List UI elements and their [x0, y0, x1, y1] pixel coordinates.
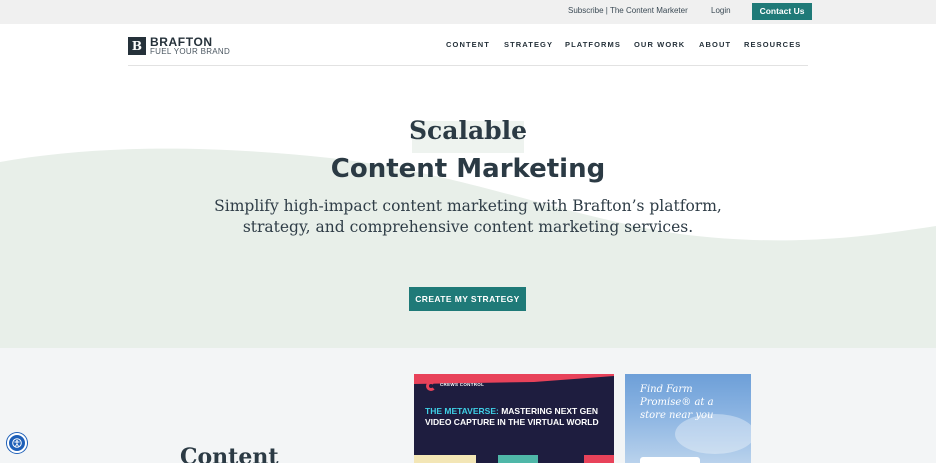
crews-control-case-card[interactable]: CREWS CONTROL THE METAVERSE: MASTERING N…: [414, 374, 614, 463]
farm-card-button: [640, 457, 700, 463]
strip-teal: [498, 455, 538, 463]
contact-us-button[interactable]: Contact Us: [752, 3, 812, 20]
hero-title: Content Marketing: [330, 154, 606, 184]
farm-promise-text: Find Farm Promise® at a store near you: [640, 384, 714, 421]
main-header: B BRAFTON FUEL YOUR BRAND CONTENT STRATE…: [0, 24, 936, 66]
crews-control-logo-icon: [426, 381, 436, 391]
hero-eyebrow: Scalable: [408, 116, 528, 145]
login-link[interactable]: Login: [711, 6, 731, 15]
crews-headline: THE METAVERSE: MASTERING NEXT GEN VIDEO …: [425, 406, 605, 428]
utility-bar: Subscribe | The Content Marketer Login C…: [0, 0, 936, 24]
card-bottom-strip: [414, 455, 614, 463]
nav-strategy[interactable]: STRATEGY: [504, 40, 553, 49]
hero-subtitle: Simplify high-impact content marketing w…: [214, 197, 722, 236]
farm-promise-case-card[interactable]: Find Farm Promise® at a store near you: [625, 374, 751, 463]
strip-cream: [414, 455, 476, 463]
create-my-strategy-button[interactable]: CREATE MY STRATEGY: [409, 287, 526, 311]
logo-mark: B: [128, 37, 146, 55]
nav-about[interactable]: ABOUT: [699, 40, 731, 49]
accessibility-button[interactable]: [7, 433, 27, 453]
nav-our-work[interactable]: OUR WORK: [634, 40, 685, 49]
nav-resources[interactable]: RESOURCES: [744, 40, 801, 49]
nav-platforms[interactable]: PLATFORMS: [565, 40, 621, 49]
crews-control-logo-text: CREWS CONTROL: [440, 382, 485, 387]
accessibility-icon: [12, 438, 22, 448]
strip-red: [584, 455, 614, 463]
nav-content[interactable]: CONTENT: [446, 40, 490, 49]
content-heading: Content: [180, 444, 279, 463]
subscribe-link[interactable]: Subscribe | The Content Marketer: [568, 6, 688, 15]
crews-headline-accent: THE METAVERSE:: [425, 406, 499, 416]
logo-tagline: FUEL YOUR BRAND: [150, 47, 231, 56]
content-section: Content CREWS CONTROL THE METAVERSE: MAS…: [0, 348, 936, 463]
hero-section: Scalable Content Marketing Simplify high…: [0, 66, 936, 348]
